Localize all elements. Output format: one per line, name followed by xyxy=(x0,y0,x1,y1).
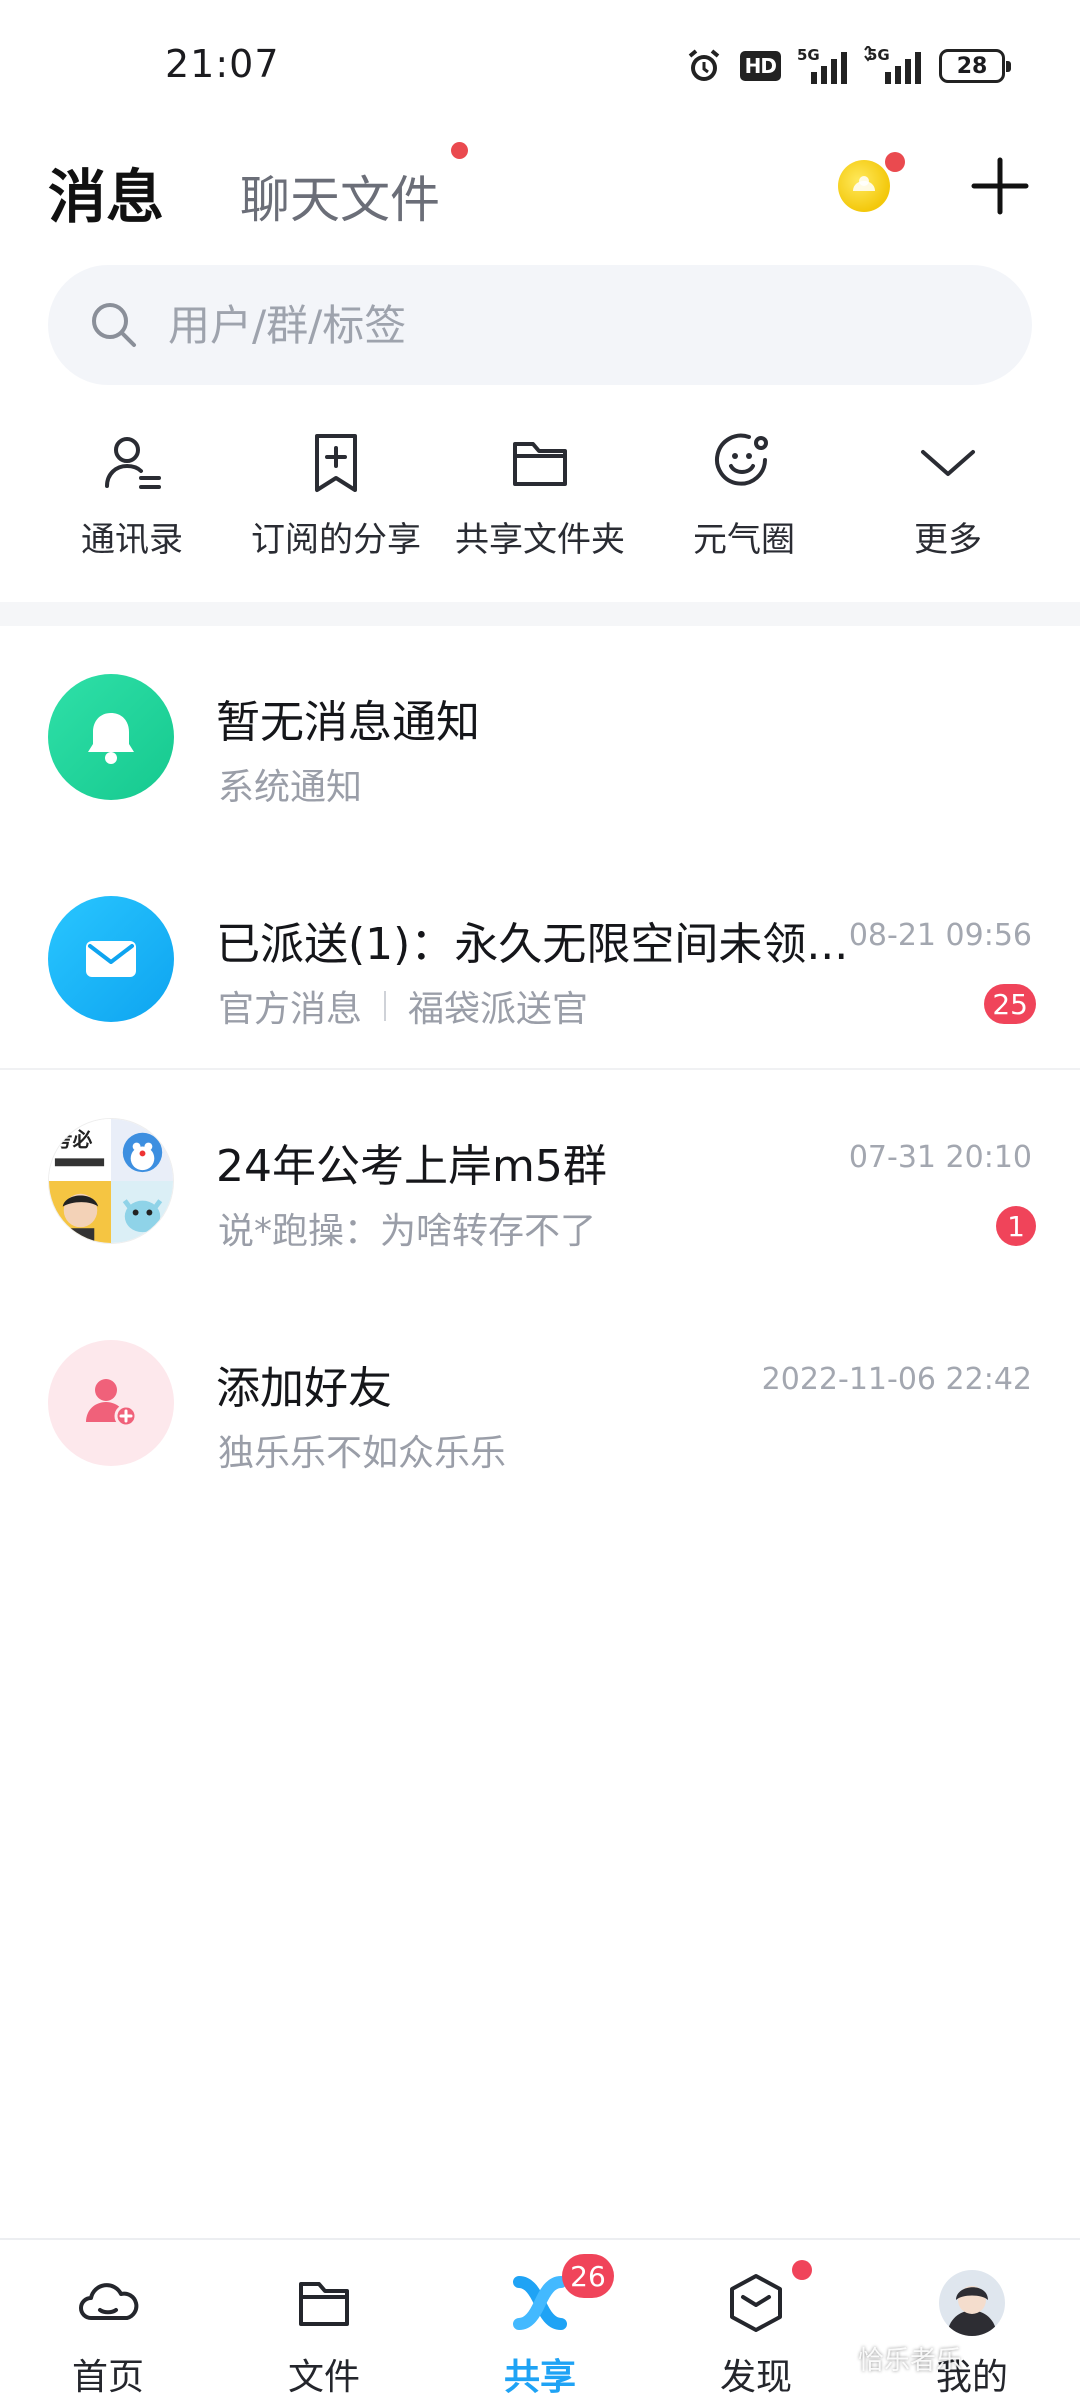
shortcut-label: 订阅的分享 xyxy=(251,520,421,560)
coin-icon xyxy=(853,176,875,191)
unread-badge: 1 xyxy=(996,1206,1036,1246)
coin-notification-dot xyxy=(885,152,905,172)
watermark: 恰乐者乐 xyxy=(858,2346,963,2376)
message-list: 暂无消息通知 系统通知 已派送(1)：永久无限空间未领... 官方消息 福袋派送… xyxy=(0,626,1080,1514)
unread-badge: 25 xyxy=(984,984,1036,1024)
shortcut-label: 元气圈 xyxy=(693,520,795,560)
message-sender: 福袋派送官 xyxy=(408,989,589,1030)
nav-share-badge: 26 xyxy=(562,2254,614,2298)
message-subtitle: 官方消息 福袋派送官 xyxy=(218,980,588,1032)
message-title: 24年公考上岸m5群 xyxy=(216,1141,607,1192)
shortcut-more[interactable]: 更多 xyxy=(846,430,1050,580)
status-icons: HD 5G 5G 28 xyxy=(684,44,1011,88)
shortcut-vitality-circle[interactable]: 元气圈 xyxy=(642,430,846,580)
message-subtitle: 系统通知 xyxy=(218,767,363,808)
header: 消息 聊天文件 xyxy=(0,130,1080,250)
nav-share[interactable]: 共享 26 xyxy=(432,2240,648,2400)
status-bar: 21:07 HD 5G 5G 28 xyxy=(0,0,1080,130)
add-button[interactable] xyxy=(970,156,1030,216)
tab-chat-files[interactable]: 聊天文件 xyxy=(240,160,440,232)
message-row-add-friend[interactable]: 添加好友 独乐乐不如众乐乐 2022-11-06 22:42 xyxy=(0,1292,1080,1514)
nav-files[interactable]: 文件 xyxy=(216,2240,432,2400)
shortcut-contacts[interactable]: 通讯录 xyxy=(30,430,234,580)
shortcut-shared-folder[interactable]: 共享文件夹 xyxy=(438,430,642,580)
message-row-system-notice[interactable]: 暂无消息通知 系统通知 xyxy=(0,626,1080,848)
message-title: 添加好友 xyxy=(216,1363,392,1414)
subtitle-separator xyxy=(384,991,387,1021)
chevron-down-icon xyxy=(921,450,975,476)
message-time: 2022-11-06 22:42 xyxy=(761,1362,1032,1397)
message-time: 07-31 20:10 xyxy=(848,1140,1032,1175)
battery-indicator: 28 xyxy=(939,49,1011,83)
nav-label: 首页 xyxy=(71,2357,144,2398)
subscribe-icon xyxy=(315,434,357,492)
shortcut-row: 通讯录 订阅的分享 共享文件夹 元气圈 更多 xyxy=(0,430,1080,580)
message-row-group[interactable]: 考必 24年公考上岸m5群 说*跑操：为啥转存不了 07-31 20:10 1 xyxy=(0,1070,1080,1292)
cube-icon xyxy=(730,2274,782,2332)
message-time: 08-21 09:56 xyxy=(848,918,1032,953)
folder-icon xyxy=(299,2282,349,2326)
smile-circle-icon xyxy=(715,433,768,486)
message-subtitle: 独乐乐不如众乐乐 xyxy=(218,1433,507,1474)
section-divider xyxy=(0,602,1080,626)
nav-discover-dot xyxy=(792,2260,812,2280)
shortcut-label: 更多 xyxy=(914,520,982,560)
group-avatar-tile: 考必 xyxy=(49,1119,111,1181)
search-input[interactable] xyxy=(168,300,928,350)
hd-badge: HD xyxy=(739,51,781,81)
tab-files-notification-dot xyxy=(451,142,468,159)
group-avatar-tile xyxy=(111,1119,173,1181)
add-user-icon xyxy=(86,1379,138,1428)
nav-label: 共享 xyxy=(503,2357,576,2398)
avatar xyxy=(48,1340,174,1466)
alarm-icon xyxy=(688,49,719,81)
group-avatar-tile xyxy=(111,1181,173,1243)
message-title: 已派送(1)：永久无限空间未领... xyxy=(216,919,849,970)
search-icon xyxy=(92,303,136,347)
signal-icon-2: 5G xyxy=(864,46,921,84)
tab-messages[interactable]: 消息 xyxy=(48,150,164,234)
folder-icon xyxy=(513,442,567,486)
message-source: 官方消息 xyxy=(218,989,363,1030)
avatar xyxy=(48,896,174,1022)
mail-icon xyxy=(86,941,136,977)
nav-home[interactable]: 首页 xyxy=(0,2240,216,2400)
shortcut-label: 通讯录 xyxy=(81,520,183,560)
nav-label: 发现 xyxy=(719,2357,792,2398)
cloud-icon xyxy=(79,2283,139,2320)
contacts-icon xyxy=(105,437,161,489)
search-bar[interactable] xyxy=(48,265,1032,385)
nav-discover[interactable]: 发现 xyxy=(648,2240,864,2400)
group-avatar: 考必 xyxy=(48,1118,174,1244)
nav-label: 文件 xyxy=(287,2357,360,2398)
shortcut-label: 共享文件夹 xyxy=(455,520,625,560)
bell-icon xyxy=(88,713,134,764)
svg-text:5G: 5G xyxy=(797,46,820,64)
avatar xyxy=(48,674,174,800)
shortcut-subscribed-shares[interactable]: 订阅的分享 xyxy=(234,430,438,580)
coin-button[interactable] xyxy=(838,160,890,212)
message-row-official[interactable]: 已派送(1)：永久无限空间未领... 官方消息 福袋派送官 08-21 09:5… xyxy=(0,848,1080,1070)
group-avatar-text: 考必 xyxy=(53,1129,93,1152)
message-title: 暂无消息通知 xyxy=(216,697,480,748)
signal-icon-1: 5G xyxy=(797,46,847,84)
avatar xyxy=(939,2270,1005,2336)
message-subtitle: 说*跑操：为啥转存不了 xyxy=(218,1211,597,1252)
group-avatar-tile xyxy=(49,1181,111,1243)
battery-level: 28 xyxy=(956,53,988,79)
status-time: 21:07 xyxy=(165,42,280,86)
